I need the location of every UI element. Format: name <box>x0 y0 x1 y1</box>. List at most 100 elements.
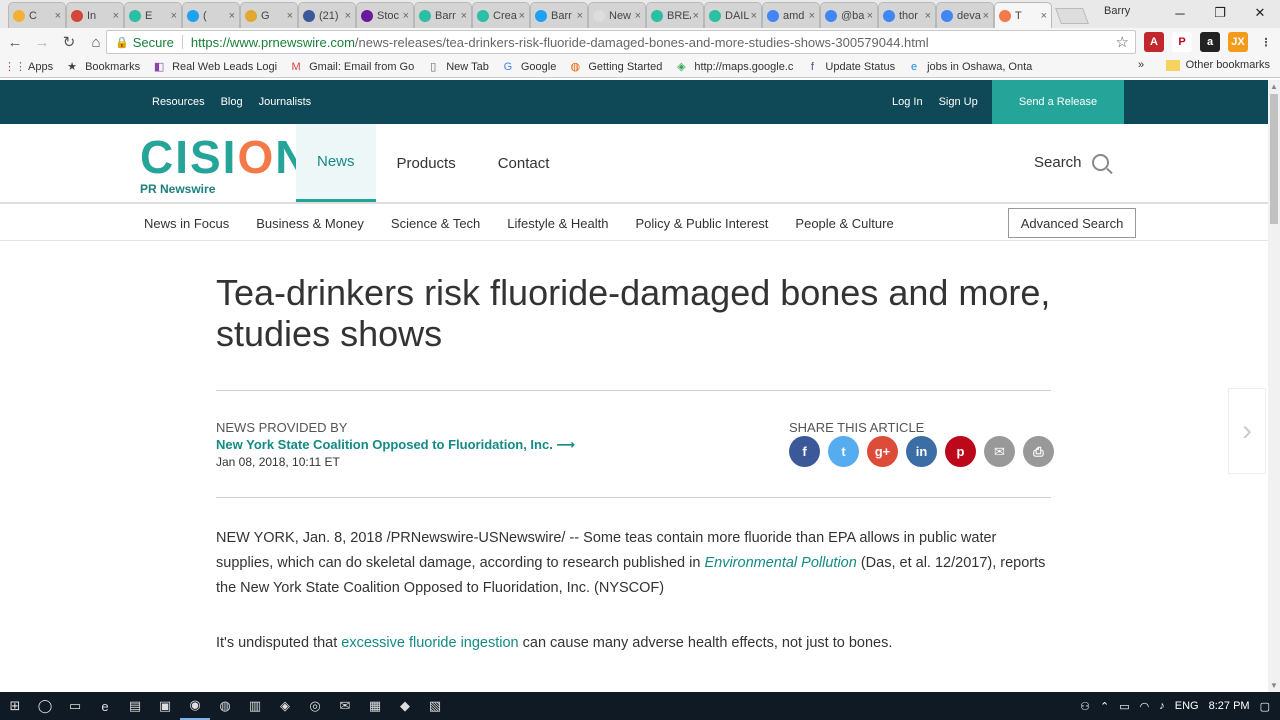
category-nav-item[interactable]: Science & Tech <box>391 216 480 231</box>
close-tab-icon[interactable]: × <box>751 10 757 22</box>
forward-icon[interactable]: → <box>30 30 54 54</box>
browser-tab[interactable]: (21) × <box>298 2 356 28</box>
menu-icon[interactable]: ⋮ <box>1256 32 1276 52</box>
language-indicator[interactable]: ENG <box>1175 700 1199 712</box>
browser-tab[interactable]: G × <box>240 2 298 28</box>
print-share-icon[interactable]: ⎙ <box>1023 436 1054 467</box>
battery-icon[interactable]: ▭ <box>1119 700 1129 713</box>
store-icon[interactable]: ▣ <box>150 692 180 720</box>
close-tab-icon[interactable]: × <box>229 10 235 22</box>
close-tab-icon[interactable]: × <box>983 10 989 22</box>
company-link[interactable]: New York State Coalition Opposed to Fluo… <box>216 437 575 453</box>
browser-tab[interactable]: deva × <box>936 2 994 28</box>
topbar-link[interactable]: Blog <box>221 96 243 108</box>
secure-indicator[interactable]: 🔒 Secure <box>115 35 174 50</box>
calculator-icon[interactable]: ▦ <box>360 692 390 720</box>
close-window-icon[interactable]: ✕ <box>1240 0 1280 26</box>
browser-tab[interactable]: Barr × <box>530 2 588 28</box>
tray-chevron-icon[interactable]: ⌃ <box>1100 700 1109 713</box>
chrome-icon[interactable]: ◉ <box>180 692 210 720</box>
close-tab-icon[interactable]: × <box>809 10 815 22</box>
topbar-link[interactable]: Journalists <box>259 96 312 108</box>
close-tab-icon[interactable]: × <box>113 10 119 22</box>
pinterest-share-icon[interactable]: p <box>945 436 976 467</box>
adblock-icon[interactable]: A <box>1144 32 1164 52</box>
profile-button[interactable]: Barry <box>1104 5 1130 17</box>
advanced-search-button[interactable]: Advanced Search <box>1008 208 1136 238</box>
bookmark-item[interactable]: f Update Status <box>805 60 895 74</box>
scrollbar-thumb[interactable] <box>1270 94 1278 224</box>
mail-icon[interactable]: ✉ <box>330 692 360 720</box>
bookmark-item[interactable]: ▯ New Tab <box>426 60 489 74</box>
scroll-up-icon[interactable]: ▲ <box>1270 82 1278 91</box>
topbar-link[interactable]: Log In <box>892 96 923 108</box>
excessive-fluoride-link[interactable]: excessive fluoride ingestion <box>341 635 518 651</box>
topbar-link[interactable]: Resources <box>152 96 205 108</box>
minimize-icon[interactable]: ─ <box>1160 0 1200 26</box>
email-share-icon[interactable]: ✉ <box>984 436 1015 467</box>
home-icon[interactable]: ⌂ <box>84 30 108 54</box>
browser-tab[interactable]: BREA× <box>646 2 704 28</box>
main-nav-item[interactable]: Contact <box>477 124 571 202</box>
bookmark-item[interactable]: ◧ Real Web Leads Logi <box>152 60 277 74</box>
bookmark-item[interactable]: e jobs in Oshawa, Onta <box>907 60 1032 74</box>
wifi-icon[interactable]: ◠ <box>1140 700 1150 713</box>
close-tab-icon[interactable]: × <box>461 10 467 22</box>
windows-start-icon[interactable]: ⊞ <box>0 692 30 720</box>
bookmark-star-icon[interactable]: ☆ <box>1116 33 1129 51</box>
restore-icon[interactable]: ❐ <box>1200 0 1240 26</box>
other-bookmarks[interactable]: Other bookmarks <box>1165 59 1270 71</box>
task-view-icon[interactable]: ▭ <box>60 692 90 720</box>
twitter-share-icon[interactable]: t <box>828 436 859 467</box>
browser-tab[interactable]: New Tab× <box>588 2 646 28</box>
linkedin-share-icon[interactable]: in <box>906 436 937 467</box>
browser-tab[interactable]: DAIL × <box>704 2 762 28</box>
pinterest-ext-icon[interactable]: P <box>1172 32 1192 52</box>
close-tab-icon[interactable]: × <box>171 10 177 22</box>
browser-tab[interactable]: C × <box>8 2 66 28</box>
bookmark-item[interactable]: ◍ Getting Started <box>568 60 663 74</box>
edge-icon[interactable]: e <box>90 692 120 720</box>
close-tab-icon[interactable]: × <box>519 10 525 22</box>
category-nav-item[interactable]: Business & Money <box>256 216 364 231</box>
bookmark-item[interactable]: ★ Bookmarks <box>65 60 140 74</box>
topbar-link[interactable]: Sign Up <box>939 96 978 108</box>
browser-tab[interactable]: @ba × <box>820 2 878 28</box>
close-tab-icon[interactable]: × <box>925 10 931 22</box>
firefox-taskbar-icon[interactable]: ◍ <box>210 692 240 720</box>
close-tab-icon[interactable]: × <box>1041 10 1047 22</box>
browser-tab[interactable]: Barr × <box>414 2 472 28</box>
browser-tab[interactable]: T × <box>994 2 1052 28</box>
cision-logo[interactable]: CISION PR Newswire <box>140 134 310 196</box>
close-tab-icon[interactable]: × <box>867 10 873 22</box>
send-release-button[interactable]: Send a Release <box>992 80 1124 124</box>
close-tab-icon[interactable]: × <box>55 10 61 22</box>
main-nav-item[interactable]: Products <box>376 124 477 202</box>
browser-tab[interactable]: thor × <box>878 2 936 28</box>
bookmark-item[interactable]: M Gmail: Email from Go <box>289 60 415 74</box>
browser-tab[interactable]: amd × <box>762 2 820 28</box>
bookmark-item[interactable]: ◈ http://maps.google.c <box>674 60 793 74</box>
close-tab-icon[interactable]: × <box>345 10 351 22</box>
bookmark-item[interactable]: ⋮⋮ Apps <box>4 60 53 74</box>
next-article-button[interactable]: › <box>1228 388 1266 474</box>
reload-icon[interactable]: ↻ <box>57 30 81 54</box>
bookmark-item[interactable]: G Google <box>501 60 557 74</box>
window-app-icon[interactable]: ▧ <box>420 692 450 720</box>
close-tab-icon[interactable]: × <box>693 10 699 22</box>
search-button[interactable]: Search <box>1034 154 1109 171</box>
app-icon[interactable]: ◈ <box>270 692 300 720</box>
category-nav-item[interactable]: Lifestyle & Health <box>507 216 608 231</box>
amazon-ext-icon[interactable]: a <box>1200 32 1220 52</box>
address-bar[interactable]: 🔒 Secure https://www.prnewswire.com/news-… <box>106 30 1136 54</box>
close-tab-icon[interactable]: × <box>577 10 583 22</box>
category-nav-item[interactable]: People & Culture <box>795 216 893 231</box>
volume-icon[interactable]: ♪ <box>1159 700 1165 712</box>
new-tab-button[interactable] <box>1055 8 1089 24</box>
browser-tab[interactable]: Stoc × <box>356 2 414 28</box>
category-nav-item[interactable]: News in Focus <box>144 216 229 231</box>
notepad-icon[interactable]: ▥ <box>240 692 270 720</box>
file-explorer-icon[interactable]: ▤ <box>120 692 150 720</box>
browser-tab[interactable]: Crea × <box>472 2 530 28</box>
page-scrollbar[interactable]: ▲ ▼ <box>1268 80 1280 692</box>
